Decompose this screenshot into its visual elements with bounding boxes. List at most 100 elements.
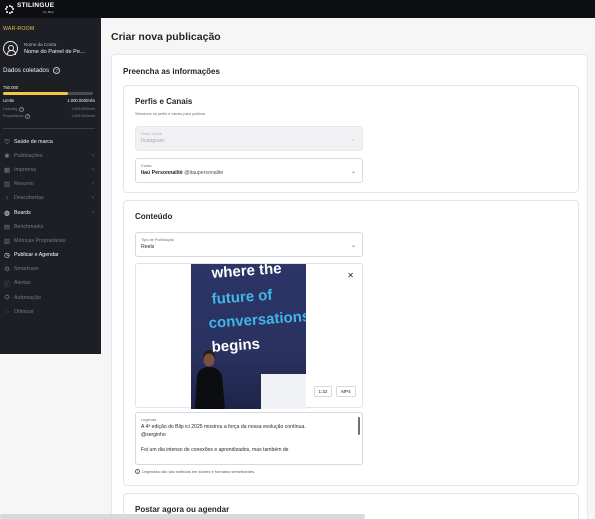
smartcare-icon: ⚙ <box>4 266 10 274</box>
video-thumbnail[interactable]: where the future of conversations begins <box>191 264 306 409</box>
user-avatar-icon <box>3 41 18 56</box>
caption-note-text: Legendas não são exibidas em stories e f… <box>142 469 256 474</box>
duration-badge: 1:32 <box>314 386 332 397</box>
sidebar-item-label: Publicar e Agendar <box>14 252 59 259</box>
sidebar-item-imprensa[interactable]: ▦ Imprensa ‹ <box>0 163 101 177</box>
benchmark-icon: ▤ <box>3 223 11 231</box>
sidebar-item-automacao[interactable]: ⛭ Automação <box>0 291 101 305</box>
account-select[interactable]: Conta Itaú Personnalité @itaupersonalite… <box>135 158 363 183</box>
sidebar-item-label: Resumo <box>14 181 34 188</box>
sidebar-item-label: Descobertas <box>14 195 44 202</box>
sidebar-item-otimizar[interactable]: ◌ Otimizar <box>0 305 101 319</box>
sidebar-item-smartcare[interactable]: ⚙ Smartcare <box>0 262 101 276</box>
account-label: Nome da Conta <box>24 42 57 47</box>
listening-label: Listening <box>3 107 18 111</box>
chevron-left-icon: ‹ <box>92 152 94 159</box>
board-icon: ◍ <box>4 209 10 217</box>
sidebar-section-label: WAR-ROOM <box>3 26 35 32</box>
account-select-name: Itaú Personnalité <box>141 170 183 176</box>
chevron-left-icon: ‹ <box>92 209 94 216</box>
alert-icon: ⓘ <box>3 281 11 289</box>
sidebar-item-alertas[interactable]: ⓘ Alertas <box>0 276 101 290</box>
metrics-icon: ▥ <box>3 237 11 245</box>
sidebar-item-saude-de-marca[interactable]: ♡ Saúde de marca <box>0 135 101 149</box>
page-title: Criar nova publicação <box>111 31 221 43</box>
main-content: Criar nova publicação Preencha as inform… <box>101 18 595 519</box>
chevron-down-icon: ⌄ <box>350 169 356 175</box>
content-title: Conteúdo <box>135 212 173 221</box>
info-icon: i <box>135 469 140 474</box>
sidebar: WAR-ROOM Nome da Conta Nome do Painel de… <box>0 18 101 354</box>
caption-scrollbar[interactable] <box>358 417 360 435</box>
profiles-title: Perfis e Canais <box>135 97 193 106</box>
form-title: Preencha as informações <box>123 67 220 76</box>
sidebar-item-label: Alertas <box>14 280 31 287</box>
sidebar-item-boards[interactable]: ◍ Boards ‹ <box>0 205 101 219</box>
content-section: Conteúdo Tipo de Publicação Reels ⌄ wher… <box>123 200 579 486</box>
caption-field[interactable]: Legenda A 4ª edição do Blip ici 2025 mos… <box>135 412 363 465</box>
grid-icon: ▦ <box>3 166 11 174</box>
bulb-icon: ♀ <box>4 194 10 202</box>
sidebar-item-label: Benchmarks <box>14 223 44 230</box>
profiles-subtitle: Selecione os perfis e canais para public… <box>135 112 206 116</box>
caption-label: Legenda <box>141 417 157 422</box>
sidebar-item-label: Métricas Proprietárias <box>14 237 66 244</box>
limit-value: 1.000.000/mês <box>67 97 95 103</box>
automation-icon: ⛭ <box>4 293 10 301</box>
account-select-label: Conta <box>141 163 152 168</box>
sidebar-item-publicacoes[interactable]: ✺ Publicações ‹ <box>0 149 101 163</box>
social-network-label: Rede Social <box>141 131 162 136</box>
caption-note: i Legendas não são exibidas em stories e… <box>135 469 255 474</box>
account-name: Nome do Painel de Pe... <box>24 49 85 55</box>
usage-progress-bar <box>3 92 93 95</box>
sidebar-item-publicar-e-agendar[interactable]: ◷ Publicar e Agendar <box>0 248 101 262</box>
chevron-left-icon: ‹ <box>92 195 94 202</box>
sidebar-item-label: Imprensa <box>14 166 37 173</box>
caption-line: A 4ª edição do Blip ici 2025 mostrou a f… <box>141 424 306 430</box>
collected-data-label: Dados coletados <box>3 67 50 74</box>
media-text-line: begins <box>211 336 260 356</box>
brand-sub: by Blip <box>43 10 55 14</box>
sidebar-nav: ♡ Saúde de marca ✺ Publicações ‹ ▦ Impre… <box>0 129 101 319</box>
social-network-select: Rede Social Instagram ⌄ <box>135 126 363 151</box>
listening-row: Listening? 1.000.000/mês <box>0 103 101 112</box>
bar-chart-icon: ▥ <box>3 181 11 189</box>
horizontal-scrollbar[interactable] <box>0 514 365 519</box>
social-network-value: Instagram <box>141 138 165 144</box>
post-type-label: Tipo de Publicação <box>141 237 174 242</box>
close-icon[interactable]: ✕ <box>347 271 354 280</box>
form-card: Preencha as informações Perfis e Canais … <box>111 54 588 519</box>
sidebar-item-label: Publicações <box>14 152 43 159</box>
brand-logo[interactable]: STILINGUE by Blip <box>5 2 55 15</box>
help-icon[interactable]: ? <box>19 106 25 112</box>
help-icon[interactable]: ? <box>53 67 61 74</box>
media-preview: where the future of conversations begins… <box>135 263 363 409</box>
usage-progress-fill <box>3 92 68 95</box>
caption-line: Foi um dia intenso de conexões e aprendi… <box>141 447 289 453</box>
top-bar: STILINGUE by Blip <box>0 0 595 18</box>
listening-value: 1.000.000/mês <box>71 106 95 111</box>
video-thumbnail-art: where the future of conversations begins <box>191 264 306 409</box>
post-type-value: Reels <box>141 244 155 250</box>
sidebar-item-resumo[interactable]: ▥ Resumo ‹ <box>0 177 101 191</box>
caption-text: A 4ª edição do Blip ici 2025 mostrou a f… <box>141 423 352 454</box>
limit-label: Limite <box>3 97 15 103</box>
sidebar-item-descobertas[interactable]: ♀ Descobertas ‹ <box>0 191 101 205</box>
post-type-select[interactable]: Tipo de Publicação Reels ⌄ <box>135 232 363 257</box>
owned-value: 1.000.000/mês <box>71 113 95 118</box>
sidebar-item-label: Smartcare <box>14 266 39 273</box>
caption-line: @serginho <box>141 432 166 438</box>
sidebar-item-metricas-proprietarias[interactable]: ▥ Métricas Proprietárias <box>0 234 101 248</box>
owned-row: Proprietários? 1.000.000/mês <box>0 112 101 119</box>
sidebar-item-benchmarks[interactable]: ▤ Benchmarks <box>0 220 101 234</box>
account-switcher[interactable]: Nome da Conta Nome do Painel de Pe... <box>0 32 101 56</box>
help-icon[interactable]: ? <box>25 113 31 119</box>
account-select-handle: @itaupersonalite <box>184 170 224 176</box>
schedule-title: Postar agora ou agendar <box>135 505 230 514</box>
heart-icon: ♡ <box>4 138 10 146</box>
brand-name: STILINGUE <box>17 2 55 9</box>
sidebar-item-label: Saúde de marca <box>14 138 53 145</box>
sidebar-item-label: Automação <box>14 294 41 301</box>
optimize-icon: ◌ <box>5 308 9 316</box>
